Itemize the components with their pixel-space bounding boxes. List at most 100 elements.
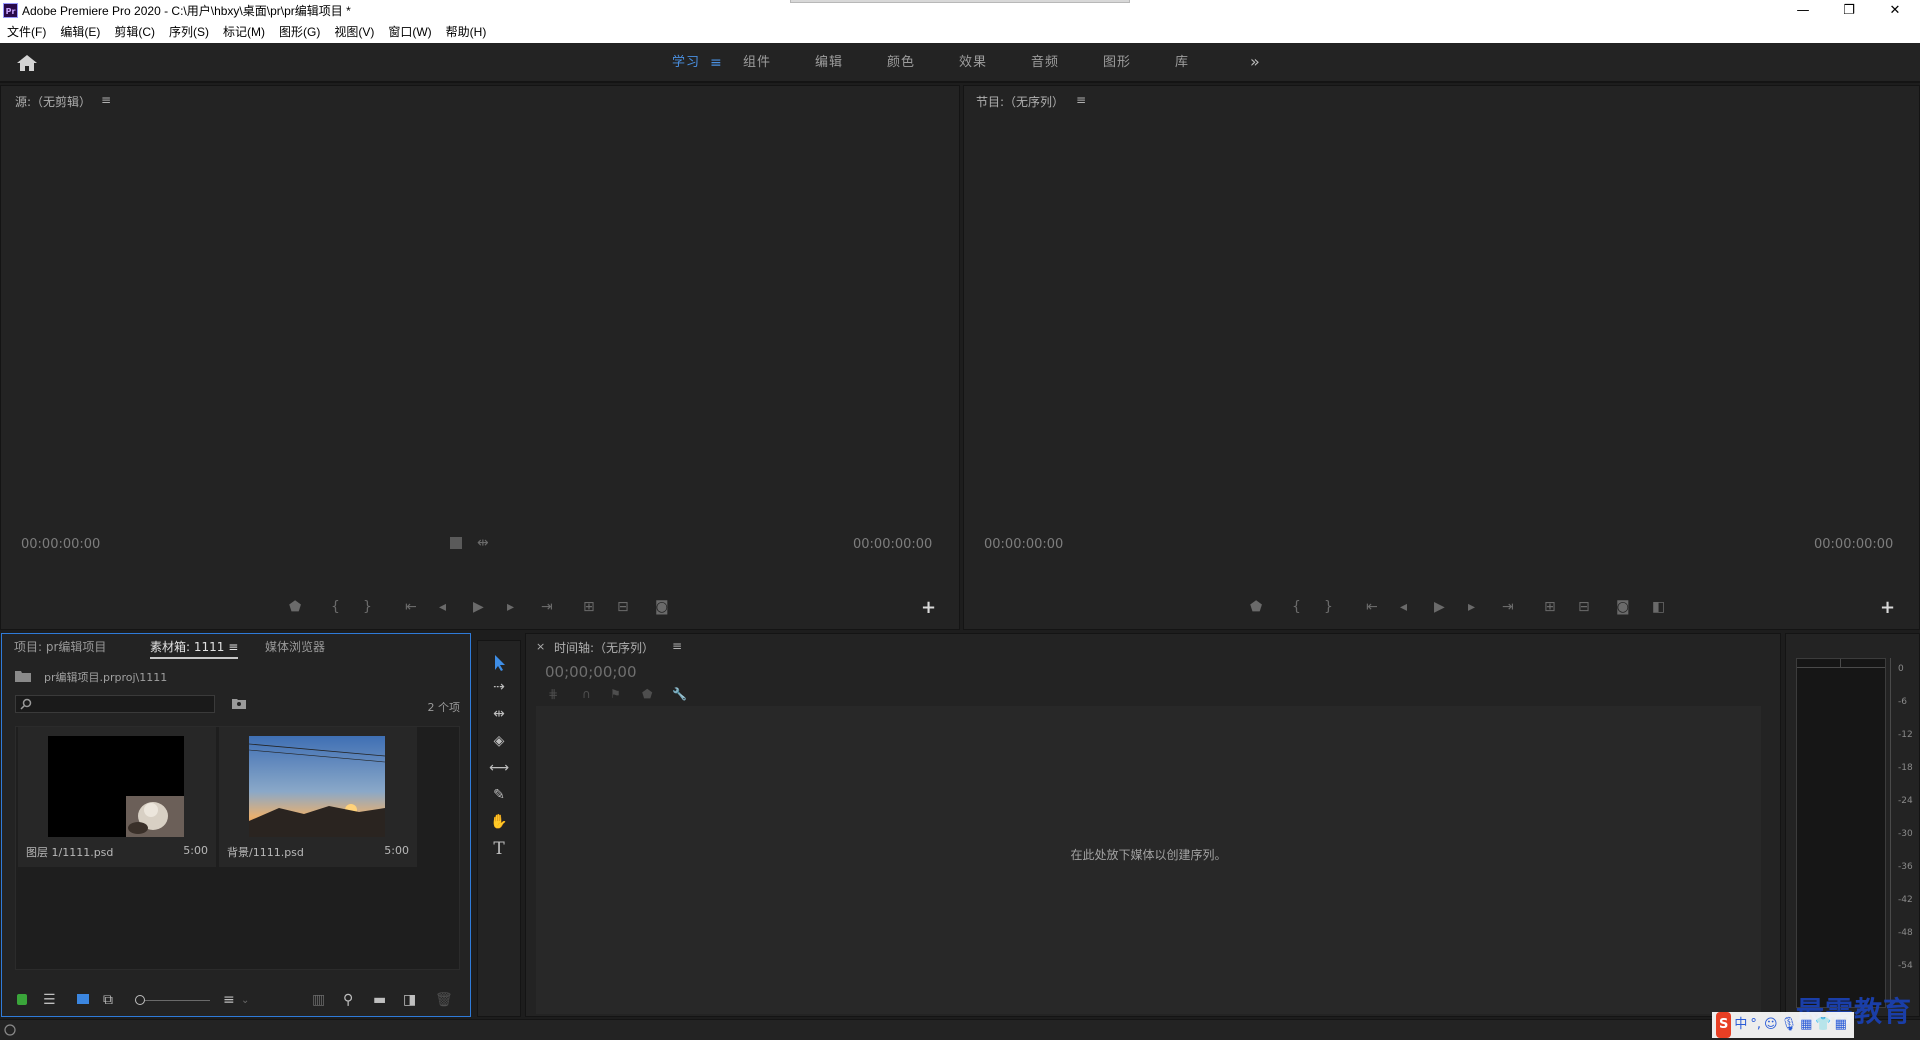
snap-icon[interactable]: ∩: [582, 687, 591, 701]
tab-media-browser[interactable]: 媒体浏览器: [265, 638, 325, 655]
source-timecode-current[interactable]: 00:00:00:00: [21, 537, 100, 552]
ime-emoji-icon[interactable]: ☺: [1764, 1012, 1778, 1038]
find-icon[interactable]: ⚲: [343, 992, 353, 1008]
pen-tool-icon[interactable]: ✎: [488, 787, 510, 807]
comparison-view-icon[interactable]: ◧: [1652, 599, 1665, 615]
workspace-tab-color[interactable]: 颜色: [887, 53, 915, 73]
menu-view[interactable]: 视图(V): [327, 21, 381, 43]
ripple-edit-tool-icon[interactable]: ⇹: [488, 706, 510, 726]
mark-out-icon[interactable]: }: [363, 599, 372, 615]
track-select-tool-icon[interactable]: ⇢: [488, 679, 510, 699]
play-icon[interactable]: ▶: [1434, 599, 1445, 615]
button-editor-plus-icon[interactable]: +: [921, 597, 936, 618]
timeline-drop-area[interactable]: 在此处放下媒体以创建序列。: [536, 706, 1761, 1014]
export-frame-icon[interactable]: ◙: [1616, 599, 1630, 615]
ime-voice-icon[interactable]: 🎙: [1781, 1012, 1798, 1038]
step-back-icon[interactable]: ◂: [439, 599, 446, 615]
automate-to-sequence-icon[interactable]: ▥: [312, 992, 325, 1008]
menu-sequence[interactable]: 序列(S): [162, 21, 216, 43]
workspace-tab-learning[interactable]: 学习: [672, 53, 700, 73]
drag-audio-icon[interactable]: ⇹: [477, 535, 489, 551]
chevron-down-icon[interactable]: ⌄: [241, 995, 249, 1006]
ime-toolbox-icon[interactable]: ▦: [1835, 1012, 1847, 1038]
new-bin-icon[interactable]: ▬: [373, 992, 386, 1008]
add-marker-icon[interactable]: ⬟: [1250, 599, 1262, 615]
workspace-tab-libraries[interactable]: 库: [1175, 53, 1189, 73]
program-monitor-title[interactable]: 节目:（无序列）: [976, 93, 1064, 110]
tab-bin[interactable]: 素材箱: 1111 ≡: [150, 638, 239, 659]
step-back-icon[interactable]: ◂: [1400, 599, 1407, 615]
go-to-in-icon[interactable]: ⇤: [405, 599, 417, 615]
workspace-tab-effects[interactable]: 效果: [959, 53, 987, 73]
source-monitor-title[interactable]: 源:（无剪辑）: [15, 93, 91, 110]
workspace-tab-graphics[interactable]: 图形: [1103, 53, 1131, 73]
lock-icon[interactable]: [17, 994, 27, 1005]
linked-selection-icon[interactable]: ⚑: [610, 687, 621, 701]
add-marker-icon[interactable]: ⬟: [642, 687, 652, 701]
go-to-out-icon[interactable]: ⇥: [1502, 599, 1514, 615]
lift-icon[interactable]: ⊞: [1544, 599, 1556, 615]
menu-window[interactable]: 窗口(W): [381, 21, 438, 43]
program-timecode-current[interactable]: 00:00:00:00: [984, 537, 1063, 552]
menu-edit[interactable]: 编辑(E): [53, 21, 107, 43]
list-view-icon[interactable]: ☰: [43, 992, 56, 1008]
close-button[interactable]: ✕: [1872, 0, 1918, 21]
type-tool-icon[interactable]: T: [488, 839, 510, 859]
mark-out-icon[interactable]: }: [1324, 599, 1333, 615]
overwrite-icon[interactable]: ⊟: [617, 599, 629, 615]
hand-tool-icon[interactable]: ✋: [488, 814, 510, 834]
drag-video-icon[interactable]: [450, 537, 462, 549]
program-monitor-menu-icon[interactable]: ≡: [1076, 93, 1086, 107]
clip-thumbnail[interactable]: [48, 736, 184, 837]
timeline-menu-icon[interactable]: ≡: [672, 639, 682, 653]
step-forward-icon[interactable]: ▸: [1468, 599, 1475, 615]
workspace-tab-assembly[interactable]: 组件: [743, 53, 771, 73]
insert-icon[interactable]: ⊞: [583, 599, 595, 615]
timeline-title[interactable]: 时间轴:（无序列）: [554, 639, 654, 656]
icon-view-icon[interactable]: [77, 994, 89, 1004]
sort-icon[interactable]: ≡: [223, 992, 235, 1008]
workspace-menu-icon[interactable]: ≡: [710, 53, 722, 73]
status-icon[interactable]: [3, 1024, 17, 1036]
workspace-tab-editing[interactable]: 编辑: [815, 53, 843, 73]
home-icon[interactable]: [16, 54, 38, 72]
ime-skin-icon[interactable]: 👕: [1815, 1012, 1831, 1038]
menu-markers[interactable]: 标记(M): [216, 21, 272, 43]
timeline-timecode[interactable]: 00;00;00;00: [545, 663, 637, 681]
workspace-tab-audio[interactable]: 音频: [1031, 53, 1059, 73]
zoom-slider-handle[interactable]: [135, 995, 145, 1005]
add-marker-icon[interactable]: ⬟: [289, 599, 301, 615]
tab-bin-menu-icon[interactable]: ≡: [228, 640, 238, 654]
ime-chinese-mode[interactable]: 中: [1734, 1012, 1747, 1038]
tab-project[interactable]: 项目: pr编辑项目: [14, 638, 106, 655]
go-to-in-icon[interactable]: ⇤: [1366, 599, 1378, 615]
selection-tool-icon[interactable]: [488, 653, 510, 673]
ime-keyboard-icon[interactable]: ▦: [1800, 1012, 1812, 1038]
export-frame-icon[interactable]: ◙: [655, 599, 669, 615]
extract-icon[interactable]: ⊟: [1578, 599, 1590, 615]
wrench-icon[interactable]: 🔧: [672, 687, 687, 701]
restore-button[interactable]: ❐: [1826, 0, 1872, 21]
play-icon[interactable]: ▶: [473, 599, 484, 615]
clip-thumbnail[interactable]: [249, 736, 385, 837]
step-forward-icon[interactable]: ▸: [507, 599, 514, 615]
source-monitor-menu-icon[interactable]: ≡: [101, 93, 111, 107]
button-editor-plus-icon[interactable]: +: [1880, 597, 1895, 618]
trash-icon[interactable]: 🗑: [435, 992, 453, 1008]
mark-in-icon[interactable]: {: [1292, 599, 1301, 615]
mark-in-icon[interactable]: {: [331, 599, 340, 615]
menu-graphics[interactable]: 图形(G): [272, 21, 327, 43]
razor-tool-icon[interactable]: ◈: [488, 733, 510, 753]
freeform-view-icon[interactable]: ⧉: [103, 992, 113, 1008]
slip-tool-icon[interactable]: ⟷: [488, 760, 510, 780]
menu-file[interactable]: 文件(F): [0, 21, 53, 43]
ime-punctuation-icon[interactable]: °,: [1750, 1012, 1761, 1038]
menu-clip[interactable]: 剪辑(C): [107, 21, 162, 43]
menu-help[interactable]: 帮助(H): [439, 21, 494, 43]
ime-logo-icon[interactable]: S: [1716, 1012, 1732, 1038]
clip-item-background[interactable]: 背景/1111.psd 5:00: [219, 727, 417, 867]
bin-search-input[interactable]: [15, 695, 215, 713]
clip-item-layer1[interactable]: 图层 1/1111.psd 5:00: [18, 727, 216, 867]
zoom-slider-track[interactable]: [145, 1000, 210, 1001]
new-search-bin-icon[interactable]: [232, 698, 246, 709]
